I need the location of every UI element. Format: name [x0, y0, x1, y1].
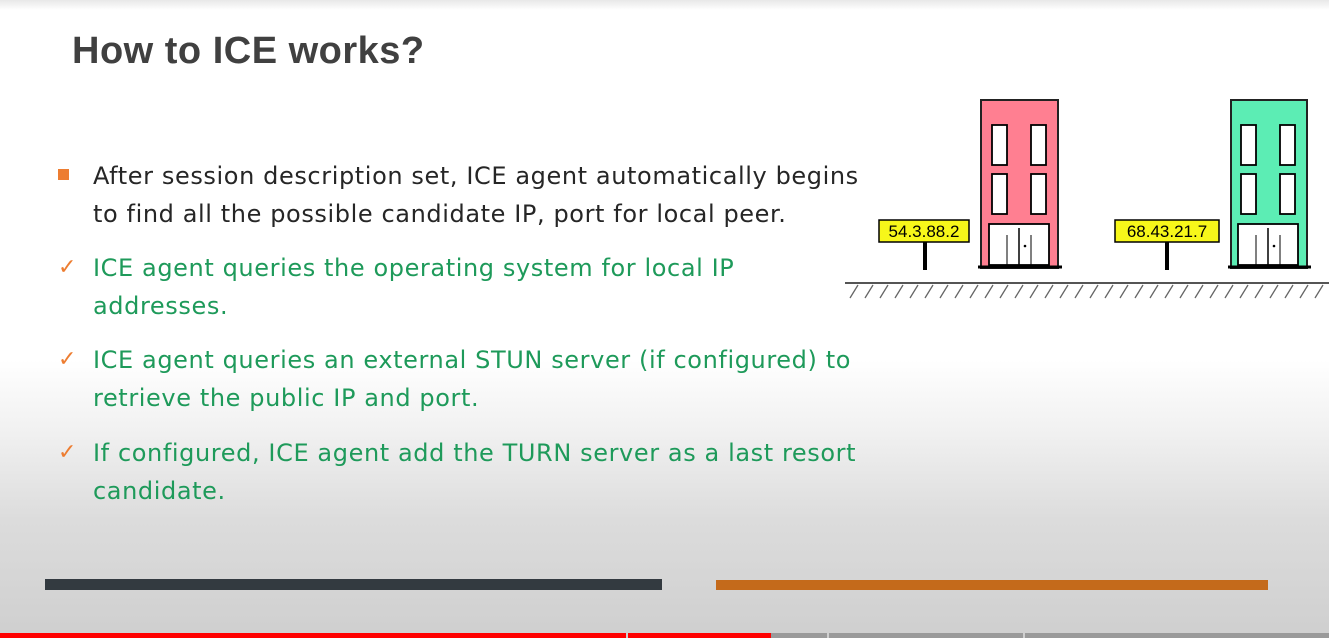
ground-icon — [845, 282, 1329, 299]
bullet-text: If configured, ICE agent add the TURN se… — [93, 434, 943, 510]
bullet-line: If configured, ICE agent add the TURN se… — [93, 439, 857, 467]
ip-sign-left: 54.3.88.2 — [878, 219, 970, 270]
chapter-marker — [827, 633, 829, 638]
ip-sign-right: 68.43.21.7 — [1114, 219, 1220, 270]
bullet-text: After session description set, ICE agent… — [93, 157, 943, 233]
building-left-icon — [978, 99, 1062, 269]
bullet-line: ICE agent queries the operating system f… — [93, 254, 735, 282]
footer-dark-bar — [45, 579, 662, 590]
buildings-illustration: 54.3.88.2 68.43.21.7 — [845, 99, 1329, 299]
footer-orange-bar — [716, 580, 1268, 590]
bullet-line: After session description set, ICE agent… — [93, 162, 859, 190]
chapter-marker — [626, 633, 628, 638]
ip-label-right: 68.43.21.7 — [1127, 222, 1207, 241]
video-progress-fill — [0, 633, 771, 638]
chapter-marker — [1023, 633, 1025, 638]
bullet-text: ICE agent queries the operating system f… — [93, 249, 943, 325]
bullet-line: ICE agent queries an external STUN serve… — [93, 346, 851, 374]
check-icon: ✓ — [58, 440, 77, 465]
ip-label-left: 54.3.88.2 — [889, 222, 960, 241]
slide-title: How to ICE works? — [72, 30, 425, 72]
square-bullet-icon — [58, 169, 69, 180]
bullet-line: candidate. — [93, 477, 226, 505]
bullet-line: to find all the possible candidate IP, p… — [93, 200, 787, 228]
check-icon: ✓ — [58, 255, 77, 280]
bullet-text: ICE agent queries an external STUN serve… — [93, 341, 943, 417]
building-right-icon — [1228, 99, 1311, 269]
video-progress-bar[interactable] — [0, 633, 1329, 638]
check-icon: ✓ — [58, 347, 77, 372]
bullet-line: retrieve the public IP and port. — [93, 384, 480, 412]
bullet-line: addresses. — [93, 292, 229, 320]
top-fade — [0, 0, 1329, 10]
